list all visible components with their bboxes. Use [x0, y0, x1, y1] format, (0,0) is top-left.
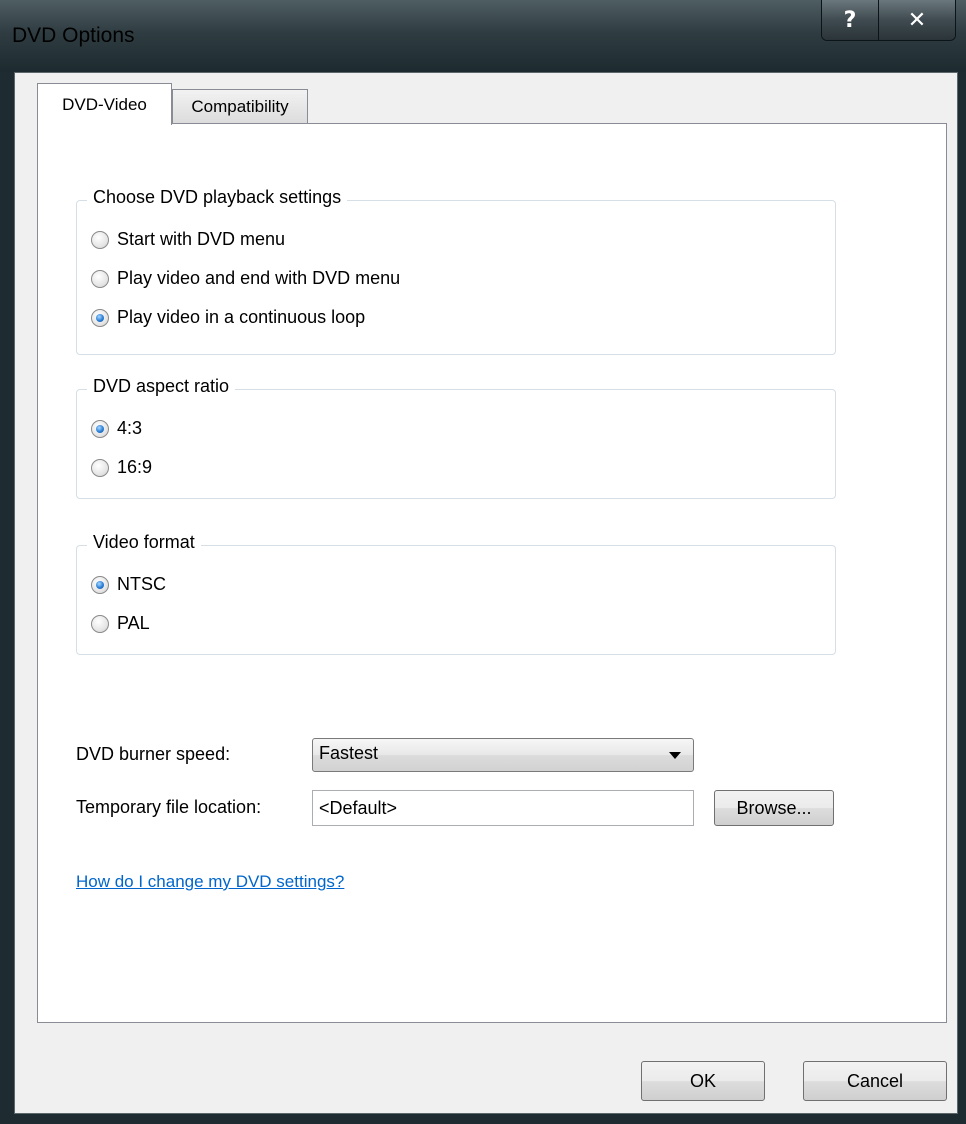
group-title: Choose DVD playback settings — [87, 187, 348, 208]
video-format-group: Video format NTSC PAL — [76, 532, 836, 655]
browse-button[interactable]: Browse... — [714, 790, 834, 826]
dialog-body: DVD-Video Compatibility Choose DVD playb… — [14, 72, 958, 1114]
burner-speed-label: DVD burner speed: — [76, 744, 231, 764]
tab-panel: Choose DVD playback settings Start with … — [37, 123, 947, 1023]
radio-button-checked[interactable] — [91, 419, 109, 438]
tab-dvd-video[interactable]: DVD-Video — [37, 83, 172, 125]
radio-ntsc[interactable]: NTSC — [91, 574, 166, 595]
radio-button[interactable] — [91, 614, 109, 633]
radio-continuous-loop[interactable]: Play video in a continuous loop — [91, 307, 365, 328]
radio-play-end-with-menu[interactable]: Play video and end with DVD menu — [91, 268, 400, 289]
group-title: DVD aspect ratio — [87, 376, 236, 397]
title-bar-buttons: ? ✕ — [821, 0, 956, 41]
aspect-ratio-group: DVD aspect ratio 4:3 16:9 — [76, 376, 836, 499]
playback-settings-group: Choose DVD playback settings Start with … — [76, 187, 836, 355]
radio-label: 16:9 — [117, 457, 153, 477]
help-button[interactable]: ? — [822, 0, 879, 40]
radio-aspect-16-9[interactable]: 16:9 — [91, 457, 152, 478]
burner-speed-value: Fastest — [319, 743, 379, 763]
radio-label: 4:3 — [117, 418, 143, 438]
radio-label: PAL — [117, 613, 150, 633]
radio-button-checked[interactable] — [91, 308, 109, 327]
radio-pal[interactable]: PAL — [91, 613, 150, 634]
radio-button[interactable] — [91, 458, 109, 477]
radio-label: NTSC — [117, 574, 166, 594]
radio-button[interactable] — [91, 269, 109, 288]
radio-aspect-4-3[interactable]: 4:3 — [91, 418, 142, 439]
close-button[interactable]: ✕ — [879, 0, 955, 40]
title-bar[interactable]: DVD Options ? ✕ — [0, 0, 966, 72]
ok-button[interactable]: OK — [641, 1061, 765, 1101]
group-title: Video format — [87, 532, 201, 553]
burner-speed-dropdown[interactable]: Fastest — [312, 738, 694, 772]
radio-start-with-menu[interactable]: Start with DVD menu — [91, 229, 285, 250]
cancel-button[interactable]: Cancel — [803, 1061, 947, 1101]
dvd-options-dialog: DVD Options ? ✕ DVD-Video Compatibility … — [0, 0, 966, 1124]
radio-button[interactable] — [91, 230, 109, 249]
dropdown-arrow-icon — [669, 752, 681, 759]
radio-button-checked[interactable] — [91, 575, 109, 594]
tab-compatibility[interactable]: Compatibility — [172, 89, 308, 123]
window-title: DVD Options — [12, 24, 135, 47]
radio-label: Play video in a continuous loop — [117, 307, 366, 327]
radio-label: Play video and end with DVD menu — [117, 268, 401, 288]
radio-label: Start with DVD menu — [117, 229, 286, 249]
help-link[interactable]: How do I change my DVD settings? — [76, 872, 344, 892]
temp-location-label: Temporary file location: — [76, 797, 262, 817]
temp-location-input[interactable] — [312, 790, 694, 826]
